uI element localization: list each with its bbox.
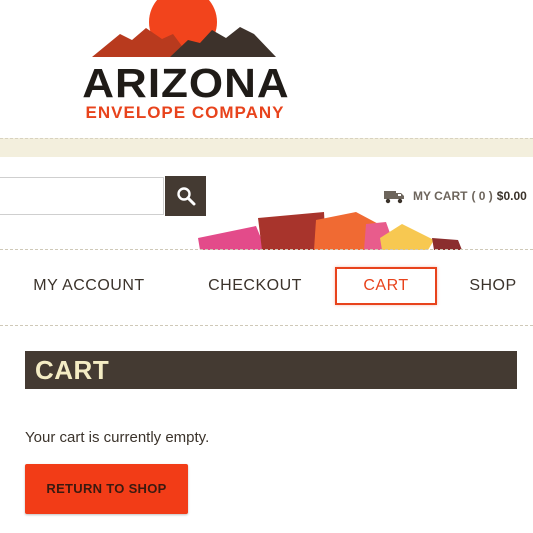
page-title: CART <box>35 355 110 385</box>
truck-icon <box>383 188 405 204</box>
search-input[interactable] <box>0 177 164 215</box>
mini-cart-link[interactable]: MY CART ( 0 ) $0.00 <box>383 185 527 207</box>
nav-item-cart[interactable]: CART <box>335 267 437 305</box>
nav-item-label: MY ACCOUNT <box>33 277 145 294</box>
mini-cart-label: MY CART <box>413 189 468 203</box>
mini-cart-count: ( 0 ) <box>471 189 493 203</box>
nav-item-label: CHECKOUT <box>208 277 302 294</box>
nav-item-label: CART <box>363 277 409 294</box>
logo-subtitle: ENVELOPE COMPANY <box>85 103 285 122</box>
nav-bottom-divider <box>0 325 533 326</box>
nav-item-my-account[interactable]: MY ACCOUNT <box>22 267 156 305</box>
return-to-shop-button[interactable]: RETURN TO SHOP <box>25 464 188 514</box>
page-title-bar: CART <box>25 351 517 389</box>
mini-cart-total: $0.00 <box>496 189 527 203</box>
nav-item-shop[interactable]: SHOP <box>458 267 528 305</box>
company-logo[interactable]: ARIZONA ENVELOPE COMPANY <box>40 0 330 126</box>
header-divider-band <box>0 138 533 157</box>
nav-top-divider <box>0 249 533 250</box>
mountain-sun-logo-icon <box>40 0 330 70</box>
logo-wordmark: ARIZONA <box>82 61 290 107</box>
nav-item-checkout[interactable]: CHECKOUT <box>196 267 314 305</box>
envelopes-illustration <box>198 212 462 250</box>
nav-item-label: SHOP <box>469 277 517 294</box>
cart-empty-message: Your cart is currently empty. <box>25 429 210 446</box>
search-icon <box>176 187 195 206</box>
